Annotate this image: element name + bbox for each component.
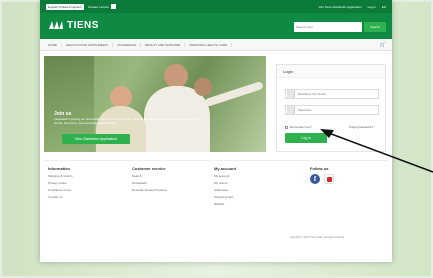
hero-person-arm (204, 80, 264, 108)
user-icon (287, 90, 295, 98)
site-header: TIENS Search (40, 13, 392, 39)
footer-heading: My account (214, 166, 237, 171)
footer-link-cart[interactable]: Shopping Cart (214, 195, 236, 199)
lock-icon (287, 106, 295, 114)
remember-label: Remember me? (290, 125, 312, 129)
login-panel: Login Remember me? Forgot password? Log … (276, 64, 386, 152)
main-nav: HOME HEALTH FOOD SUPPLEMENT HOUSEHOLD BE… (40, 39, 392, 51)
hero-person-head (164, 64, 188, 88)
nav-item-personal-care[interactable]: PERSONAL HEALTH CARE (185, 42, 233, 47)
distributor-id-field[interactable] (285, 89, 379, 99)
hero-banner: Join us Interested in joining our succes… (44, 56, 266, 152)
tiens-logo-icon (49, 21, 63, 29)
footer-link-my-orders[interactable]: My orders (214, 181, 236, 185)
language-select-label: English (United Kingdom) (48, 4, 83, 9)
site-logo[interactable]: TIENS (48, 19, 99, 31)
footer-heading: Follow us (310, 166, 329, 171)
password-field[interactable] (285, 105, 379, 115)
footer-information: Information Shipping & returns Privacy n… (48, 166, 73, 202)
footer-link-addresses[interactable]: Addresses (214, 188, 236, 192)
nav-item-home[interactable]: HOME (44, 42, 62, 47)
footer-customer-service: Customer service Search Downloads Recent… (132, 166, 167, 195)
nav-item-health-food[interactable]: HEALTH FOOD SUPPLEMENT (62, 42, 114, 47)
footer-link-contact[interactable]: Contact us (48, 195, 73, 199)
top-links: Join Tiens Distributor Application Log i… (318, 5, 386, 9)
hero-title: Join us (54, 111, 72, 117)
brand-name: TIENS (67, 19, 99, 31)
login-link[interactable]: Log in (368, 5, 376, 9)
footer-link-wishlist[interactable]: Wishlist (214, 202, 236, 206)
search-input[interactable] (294, 22, 362, 32)
nav-item-household[interactable]: HOUSEHOLD (113, 42, 142, 47)
cart-icon[interactable]: 🛒 (380, 42, 386, 48)
footer-link-search[interactable]: Search (132, 174, 167, 178)
footer-link-privacy[interactable]: Privacy notice (48, 181, 73, 185)
browser-page: English (United Kingdom) Greater London … (40, 0, 392, 262)
distributor-application-link[interactable]: Join Tiens Distributor Application (318, 5, 361, 9)
remember-checkbox[interactable] (285, 125, 288, 129)
login-title: Login (277, 65, 385, 78)
language-select[interactable]: English (United Kingdom) (46, 3, 85, 10)
footer-link-shipping[interactable]: Shipping & returns (48, 174, 73, 178)
footer-link-downloads[interactable]: Downloads (132, 181, 167, 185)
currency-select[interactable]: Greater London (88, 4, 117, 9)
distributor-id-input[interactable] (298, 92, 378, 96)
footer-link-my-account[interactable]: My account (214, 174, 236, 178)
footer-my-account: My account My account My orders Addresse… (214, 166, 236, 209)
footer-heading: Customer service (132, 166, 166, 171)
forgot-password-link[interactable]: Forgot password? (349, 125, 373, 129)
footer-divider (44, 160, 388, 161)
currency-select-label: Greater London (88, 4, 110, 9)
hero-text: Join us Interested in joining our succes… (54, 111, 204, 126)
footer-link-recently-viewed[interactable]: Recently Viewed Products (132, 188, 167, 192)
nav-item-beauty[interactable]: BEAUTY AND SKINCARE (141, 42, 186, 47)
hero-child-head (110, 86, 132, 108)
youtube-play-icon (326, 176, 332, 182)
remember-me[interactable]: Remember me? (285, 125, 312, 129)
language-link[interactable]: EN (382, 5, 386, 9)
footer-heading: Information (48, 166, 70, 171)
password-input[interactable] (298, 108, 378, 112)
copyright-text: Copyright © 2017 Tiens Store. All rights… (290, 236, 345, 239)
social-links: f (310, 174, 334, 184)
search-button[interactable]: Search (364, 22, 386, 32)
youtube-icon[interactable] (324, 174, 334, 184)
hero-description: Interested in joining our successful tea… (54, 117, 199, 125)
chevron-down-icon (111, 4, 117, 9)
footer-follow-us: Follow us f (310, 166, 334, 184)
top-utility-bar: English (United Kingdom) Greater London … (40, 0, 392, 13)
login-button[interactable]: Log in (285, 133, 327, 143)
facebook-icon[interactable]: f (310, 174, 320, 184)
hero-person-head (194, 78, 212, 96)
footer-link-conditions[interactable]: Conditions of use (48, 188, 73, 192)
distributor-application-button[interactable]: New Distributor Application (62, 134, 130, 144)
